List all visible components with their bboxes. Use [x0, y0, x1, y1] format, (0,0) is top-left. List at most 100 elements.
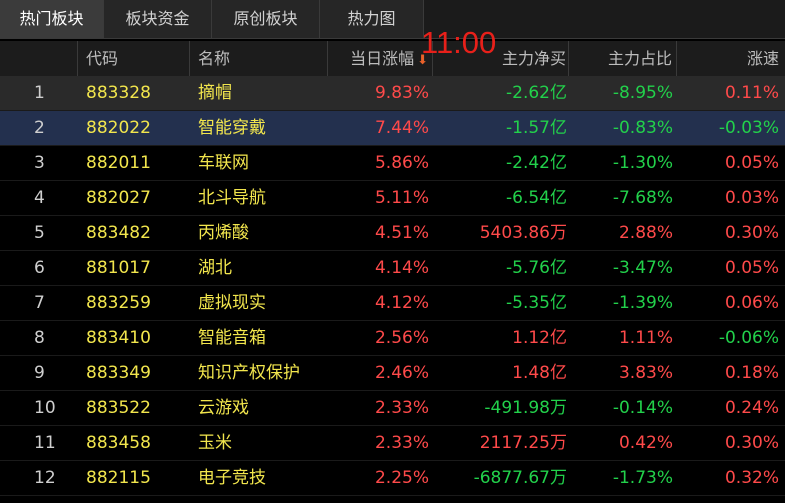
row-index: 9: [34, 363, 45, 383]
main-net-buy: 2117.25万: [479, 433, 567, 453]
sector-code: 883259: [86, 293, 151, 313]
main-ratio: -8.95%: [612, 83, 673, 103]
main-ratio: -1.30%: [612, 153, 673, 173]
sector-name: 知识产权保护: [198, 363, 300, 383]
main-ratio: 1.11%: [618, 328, 673, 348]
sector-code: 881017: [86, 258, 151, 278]
main-net-buy: -5.35亿: [506, 293, 567, 313]
header-change-label: 当日涨幅: [350, 49, 415, 68]
rise-speed: 0.06%: [724, 293, 779, 313]
table-row[interactable]: 12 882115 电子竞技 2.25% -6877.67万 -1.73% 0.32%: [0, 461, 785, 496]
sector-code: 883482: [86, 223, 151, 243]
main-ratio: -1.39%: [612, 293, 673, 313]
tab-heatmap[interactable]: 热力图: [320, 0, 424, 38]
daily-change: 2.33%: [374, 433, 429, 453]
daily-change: 4.51%: [374, 223, 429, 243]
sector-code: 883410: [86, 328, 151, 348]
rise-speed: 0.32%: [724, 468, 779, 488]
table-row[interactable]: 8 883410 智能音箱 2.56% 1.12亿 1.11% -0.06%: [0, 321, 785, 356]
main-net-buy: -491.98万: [484, 398, 567, 418]
row-index: 4: [34, 188, 45, 208]
rise-speed: 0.11%: [724, 83, 779, 103]
time-overlay: 11:00: [421, 25, 497, 60]
daily-change: 4.12%: [374, 293, 429, 313]
sector-name: 虚拟现实: [198, 293, 266, 313]
daily-change: 2.33%: [374, 398, 429, 418]
rise-speed: 0.18%: [724, 363, 779, 383]
table-row[interactable]: 7 883259 虚拟现实 4.12% -5.35亿 -1.39% 0.06%: [0, 286, 785, 321]
daily-change: 9.83%: [374, 83, 429, 103]
row-index: 11: [34, 433, 56, 453]
row-index: 2: [34, 118, 45, 138]
sector-code: 883328: [86, 83, 151, 103]
main-net-buy: -2.62亿: [506, 83, 567, 103]
sector-name: 电子竞技: [198, 468, 266, 488]
row-index: 7: [34, 293, 45, 313]
row-index: 5: [34, 223, 45, 243]
sector-code: 882022: [86, 118, 151, 138]
daily-change: 5.11%: [374, 188, 429, 208]
main-ratio: -0.14%: [612, 398, 673, 418]
main-ratio: 0.42%: [618, 433, 673, 453]
daily-change: 4.14%: [374, 258, 429, 278]
sector-name: 智能音箱: [198, 328, 266, 348]
header-index: [0, 41, 78, 76]
tab-hot-sectors[interactable]: 热门板块: [0, 0, 104, 38]
sector-code: 883349: [86, 363, 151, 383]
row-index: 10: [34, 398, 56, 418]
sector-name: 摘帽: [198, 83, 232, 103]
table-row[interactable]: 1 883328 摘帽 9.83% -2.62亿 -8.95% 0.11%: [0, 76, 785, 111]
header-speed[interactable]: 涨速: [677, 41, 785, 76]
table-row[interactable]: 10 883522 云游戏 2.33% -491.98万 -0.14% 0.24%: [0, 391, 785, 426]
table-row[interactable]: 4 882027 北斗导航 5.11% -6.54亿 -7.68% 0.03%: [0, 181, 785, 216]
main-ratio: -7.68%: [612, 188, 673, 208]
daily-change: 5.86%: [374, 153, 429, 173]
tab-bar: 热门板块 板块资金 原创板块 热力图: [0, 0, 785, 39]
sector-name: 北斗导航: [198, 188, 266, 208]
sector-code: 882027: [86, 188, 151, 208]
sector-code: 882115: [86, 468, 151, 488]
sector-code: 883522: [86, 398, 151, 418]
sector-name: 云游戏: [198, 398, 249, 418]
main-net-buy: -5.76亿: [506, 258, 567, 278]
rise-speed: -0.06%: [718, 328, 779, 348]
header-ratio[interactable]: 主力占比: [569, 41, 677, 76]
main-ratio: 3.83%: [618, 363, 673, 383]
sector-table-body: 1 883328 摘帽 9.83% -2.62亿 -8.95% 0.11% 2 882022 智能…: [0, 76, 785, 496]
table-row[interactable]: 3 882011 车联网 5.86% -2.42亿 -1.30% 0.05%: [0, 146, 785, 181]
rise-speed: -0.03%: [718, 118, 779, 138]
rise-speed: 0.30%: [724, 223, 779, 243]
main-net-buy: -6.54亿: [506, 188, 567, 208]
row-index: 8: [34, 328, 45, 348]
row-index: 1: [34, 83, 45, 103]
daily-change: 7.44%: [374, 118, 429, 138]
header-name[interactable]: 名称: [190, 41, 328, 76]
sector-name: 车联网: [198, 153, 249, 173]
table-row[interactable]: 11 883458 玉米 2.33% 2117.25万 0.42% 0.30%: [0, 426, 785, 461]
table-row[interactable]: 5 883482 丙烯酸 4.51% 5403.86万 2.88% 0.30%: [0, 216, 785, 251]
table-row[interactable]: 2 882022 智能穿戴 7.44% -1.57亿 -0.83% -0.03%: [0, 111, 785, 146]
rise-speed: 0.24%: [724, 398, 779, 418]
row-index: 12: [34, 468, 56, 488]
table-header: 代码 名称 当日涨幅 ⬇ 主力净买 主力占比 涨速: [0, 41, 785, 76]
table-row[interactable]: 9 883349 知识产权保护 2.46% 1.48亿 3.83% 0.18%: [0, 356, 785, 391]
header-code[interactable]: 代码: [78, 41, 190, 76]
daily-change: 2.46%: [374, 363, 429, 383]
daily-change: 2.56%: [374, 328, 429, 348]
tab-sector-funds[interactable]: 板块资金: [104, 0, 212, 38]
row-index: 3: [34, 153, 45, 173]
main-net-buy: 5403.86万: [479, 223, 567, 243]
table-row[interactable]: 6 881017 湖北 4.14% -5.76亿 -3.47% 0.05%: [0, 251, 785, 286]
tab-original-sectors[interactable]: 原创板块: [212, 0, 320, 38]
main-net-buy: -1.57亿: [506, 118, 567, 138]
sector-name: 湖北: [198, 258, 232, 278]
main-ratio: -3.47%: [612, 258, 673, 278]
sector-name: 智能穿戴: [198, 118, 266, 138]
sector-code: 883458: [86, 433, 151, 453]
rise-speed: 0.03%: [724, 188, 779, 208]
main-ratio: -1.73%: [612, 468, 673, 488]
daily-change: 2.25%: [374, 468, 429, 488]
sector-name: 丙烯酸: [198, 223, 249, 243]
header-change[interactable]: 当日涨幅 ⬇: [328, 41, 433, 76]
main-ratio: -0.83%: [612, 118, 673, 138]
